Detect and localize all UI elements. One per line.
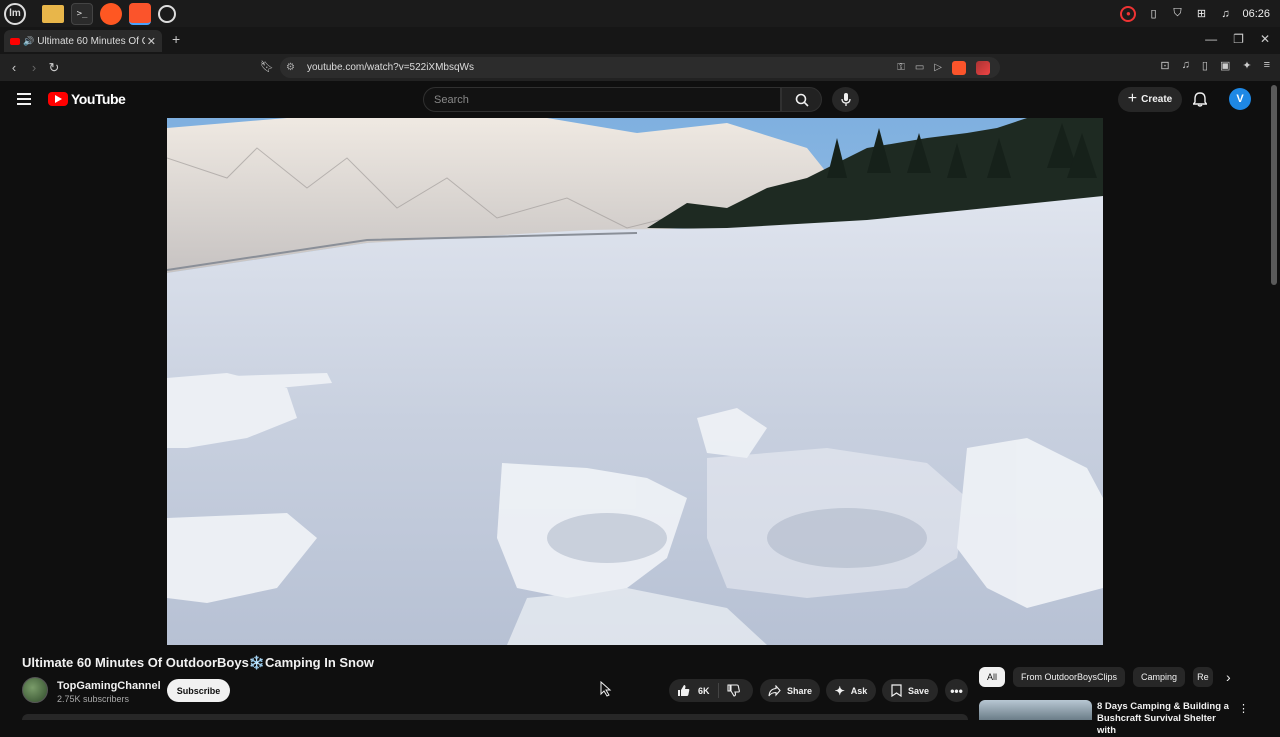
back-icon[interactable]: ‹ <box>4 60 24 75</box>
recommended-video-thumbnail[interactable] <box>979 700 1092 720</box>
create-label: Create <box>1141 94 1173 105</box>
notifications-bell-icon[interactable] <box>1192 92 1208 112</box>
file-manager-icon[interactable] <box>42 4 64 23</box>
chip-all[interactable]: All <box>979 667 1006 687</box>
like-count: 6K <box>698 685 710 696</box>
screen-recorder-icon[interactable]: ● <box>1120 5 1137 22</box>
reload-icon[interactable]: ↻ <box>44 60 64 76</box>
user-avatar[interactable]: V <box>1229 88 1251 110</box>
chip-camping[interactable]: Camping <box>1133 667 1186 687</box>
leo-ai-icon[interactable]: ✦ <box>1242 59 1251 72</box>
key-icon[interactable]: ⚿ <box>897 62 905 73</box>
voice-search-button[interactable] <box>832 87 859 112</box>
save-label: Save <box>907 685 930 696</box>
brave-shields-icon[interactable] <box>952 60 966 75</box>
linux-mint-menu-icon[interactable]: lm <box>4 2 26 25</box>
menu-icon[interactable]: ≡ <box>1264 59 1270 72</box>
speaker-icon[interactable]: 🔊 <box>23 36 34 47</box>
shield-tray-icon[interactable]: ⛉ <box>1170 7 1184 21</box>
clock[interactable]: 06:26 <box>1242 8 1270 20</box>
like-dislike-group: 6K <box>669 679 753 702</box>
search-icon <box>795 93 809 107</box>
sidebar-icon[interactable]: ▯ <box>1202 59 1208 72</box>
thumbs-up-icon <box>678 685 690 696</box>
address-bar[interactable]: ⚙ youtube.com/watch?v=522iXMbsqWs ⚿ ▭ ▷ <box>280 57 1000 78</box>
youtube-favicon-icon <box>10 37 20 45</box>
firefox-icon[interactable] <box>100 2 122 25</box>
address-bar-actions: ⚿ ▭ ▷ <box>897 60 990 75</box>
search-input[interactable]: Search <box>423 87 781 112</box>
ask-button[interactable]: ✦ Ask <box>826 679 876 702</box>
brave-browser-icon[interactable] <box>129 2 151 25</box>
github-desktop-icon[interactable] <box>158 4 176 23</box>
youtube-logo[interactable]: YouTube <box>48 91 126 107</box>
save-button[interactable]: Save <box>882 679 938 702</box>
close-tab-icon[interactable]: ✕ <box>147 35 156 48</box>
extension-icons: ⊡ ♫ ▯ ▣ ✦ ≡ <box>1160 59 1270 72</box>
wallet-icon[interactable]: ▣ <box>1220 59 1230 72</box>
description-box[interactable] <box>22 714 968 720</box>
more-vertical-icon[interactable]: ⋮ <box>1238 702 1249 715</box>
bookmark-icon[interactable]: 🔖︎ <box>260 60 274 73</box>
terminal-icon[interactable]: >_ <box>71 2 93 25</box>
page-scrollbar[interactable] <box>1271 85 1277 285</box>
youtube-logo-text: YouTube <box>71 91 126 107</box>
share-button[interactable]: Share <box>760 679 820 702</box>
site-info-icon[interactable]: ⚙ <box>286 62 295 73</box>
like-button[interactable]: 6K <box>669 683 719 698</box>
hamburger-menu-icon[interactable] <box>17 93 31 108</box>
send-icon[interactable]: ▷ <box>934 62 942 73</box>
browser-tab-bar: 🔊 Ultimate 60 Minutes Of Ou ✕ <box>0 27 1280 54</box>
chip-from-outdoorboysclips[interactable]: From OutdoorBoysClips <box>1013 667 1126 687</box>
screenshot-icon[interactable]: ⊡ <box>1160 59 1169 72</box>
channel-avatar[interactable] <box>22 677 48 703</box>
save-playlist-icon <box>891 684 902 697</box>
tab-title: Ultimate 60 Minutes Of Ou <box>37 35 146 47</box>
close-window-icon[interactable]: ✕ <box>1260 32 1270 46</box>
youtube-play-icon <box>48 92 68 106</box>
media-icon[interactable]: ♫ <box>1182 59 1190 72</box>
tab-youtube[interactable]: 🔊 Ultimate 60 Minutes Of Ou ✕ <box>4 30 162 52</box>
plus-icon: + <box>1127 89 1138 107</box>
maximize-icon[interactable]: ❐ <box>1233 32 1244 46</box>
video-frame-snow-scene <box>167 118 1103 645</box>
mouse-cursor-icon <box>600 680 612 702</box>
chip-related[interactable]: Re <box>1193 667 1214 687</box>
share-icon <box>768 684 781 696</box>
sparkle-icon: ✦ <box>834 683 845 698</box>
minimize-icon[interactable]: — <box>1205 32 1217 46</box>
toggle-icon[interactable]: ▯ <box>1146 7 1160 21</box>
chevron-right-icon[interactable]: › <box>1226 669 1231 685</box>
system-tray: ● ▯ ⛉ ⊞ ♫ 06:26 <box>1120 0 1270 27</box>
youtube-header: YouTube Search + Create V <box>0 81 1280 118</box>
subscribe-button[interactable]: Subscribe <box>167 679 230 702</box>
cast-icon[interactable]: ▭ <box>915 62 924 73</box>
network-icon[interactable]: ⊞ <box>1194 7 1208 21</box>
ask-label: Ask <box>850 685 868 696</box>
subscriber-count: 2.75K subscribers <box>57 694 130 704</box>
more-actions-button[interactable]: ••• <box>945 679 968 702</box>
forward-icon[interactable]: › <box>24 60 44 75</box>
url-text[interactable]: youtube.com/watch?v=522iXMbsqWs <box>307 62 474 73</box>
brave-rewards-icon[interactable] <box>976 60 990 75</box>
dislike-button[interactable] <box>719 684 740 697</box>
thumbs-down-icon <box>727 684 740 697</box>
window-controls: — ❐ ✕ <box>1205 32 1270 46</box>
music-icon[interactable]: ♫ <box>1218 7 1232 21</box>
create-button[interactable]: + Create <box>1118 87 1182 112</box>
video-player[interactable] <box>167 118 1103 645</box>
recommendation-chips: All From OutdoorBoysClips Camping Re <box>979 667 1214 687</box>
search-button[interactable] <box>781 87 822 112</box>
new-tab-button[interactable]: + <box>172 31 180 47</box>
microphone-icon <box>840 92 851 106</box>
video-title: Ultimate 60 Minutes Of OutdoorBoys❄️Camp… <box>22 655 375 670</box>
os-taskbar: lm >_ ● ▯ ⛉ ⊞ ♫ 06:26 <box>0 0 1280 27</box>
more-horizontal-icon: ••• <box>950 683 963 698</box>
share-label: Share <box>786 685 812 696</box>
recommended-video-title[interactable]: 8 Days Camping & Building a Bushcraft Su… <box>1097 701 1237 737</box>
channel-name[interactable]: TopGamingChannel <box>57 680 161 692</box>
